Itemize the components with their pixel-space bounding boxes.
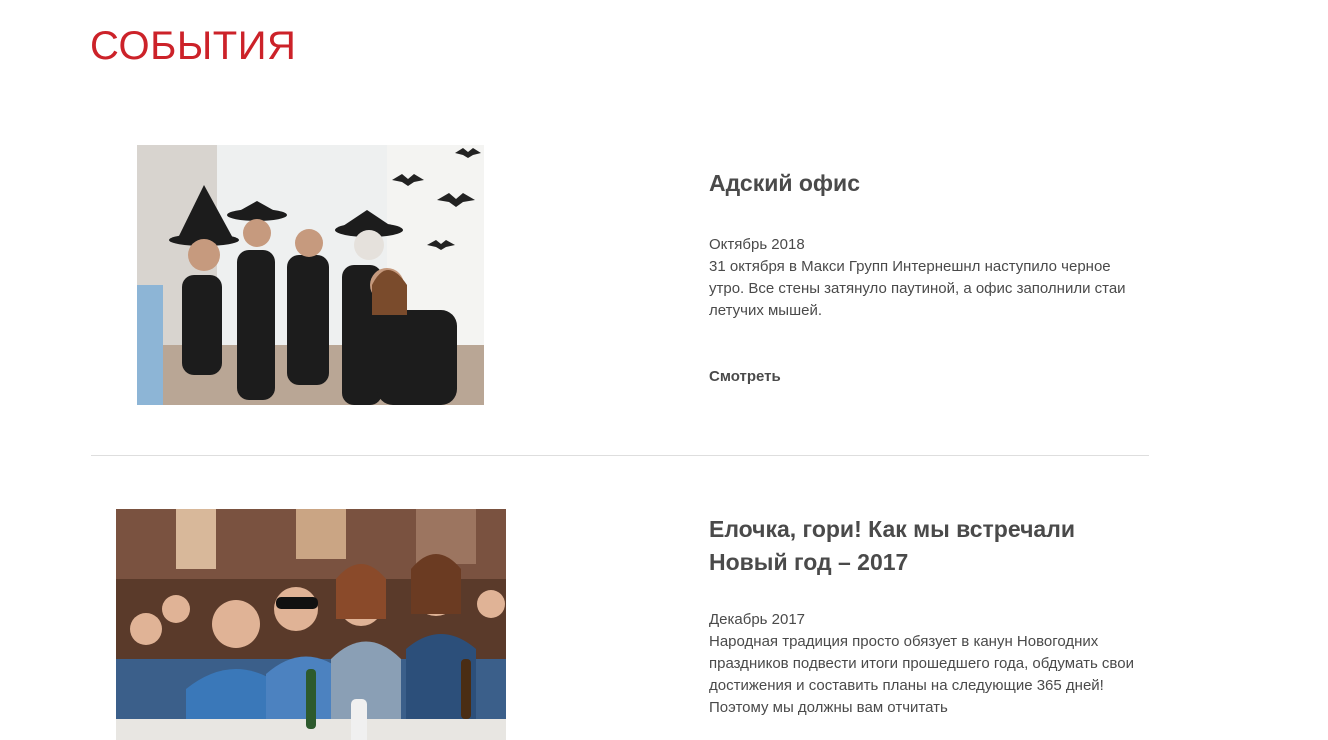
event-photo[interactable] [116,509,506,740]
event-card: Адский офис Октябрь 2018 31 октября в Ма… [0,145,1328,405]
event-description: Народная традиция просто обязует в канун… [709,633,1134,716]
event-title[interactable]: Адский офис [709,167,1149,200]
event-info: Елочка, гори! Как мы встречали Новый год… [709,513,1149,719]
event-info: Адский офис Октябрь 2018 31 октября в Ма… [709,167,1149,386]
event-photo[interactable] [137,145,484,405]
events-page: СОБЫТИЯ Адский офис Октябрь 2018 31 октя… [0,0,1328,740]
page-title: СОБЫТИЯ [90,24,297,68]
new-year-photo-image [116,509,506,740]
event-description: 31 октября в Макси Групп Интернешнл наст… [709,258,1126,319]
view-event-link[interactable]: Смотреть [709,368,781,385]
event-title[interactable]: Елочка, гори! Как мы встречали Новый год… [709,513,1149,579]
events-divider [91,455,1149,456]
halloween-photo-image [137,145,484,405]
event-card: Елочка, гори! Как мы встречали Новый год… [0,509,1328,740]
event-date: Декабрь 2017 [709,611,806,628]
event-date: Октябрь 2018 [709,236,805,253]
